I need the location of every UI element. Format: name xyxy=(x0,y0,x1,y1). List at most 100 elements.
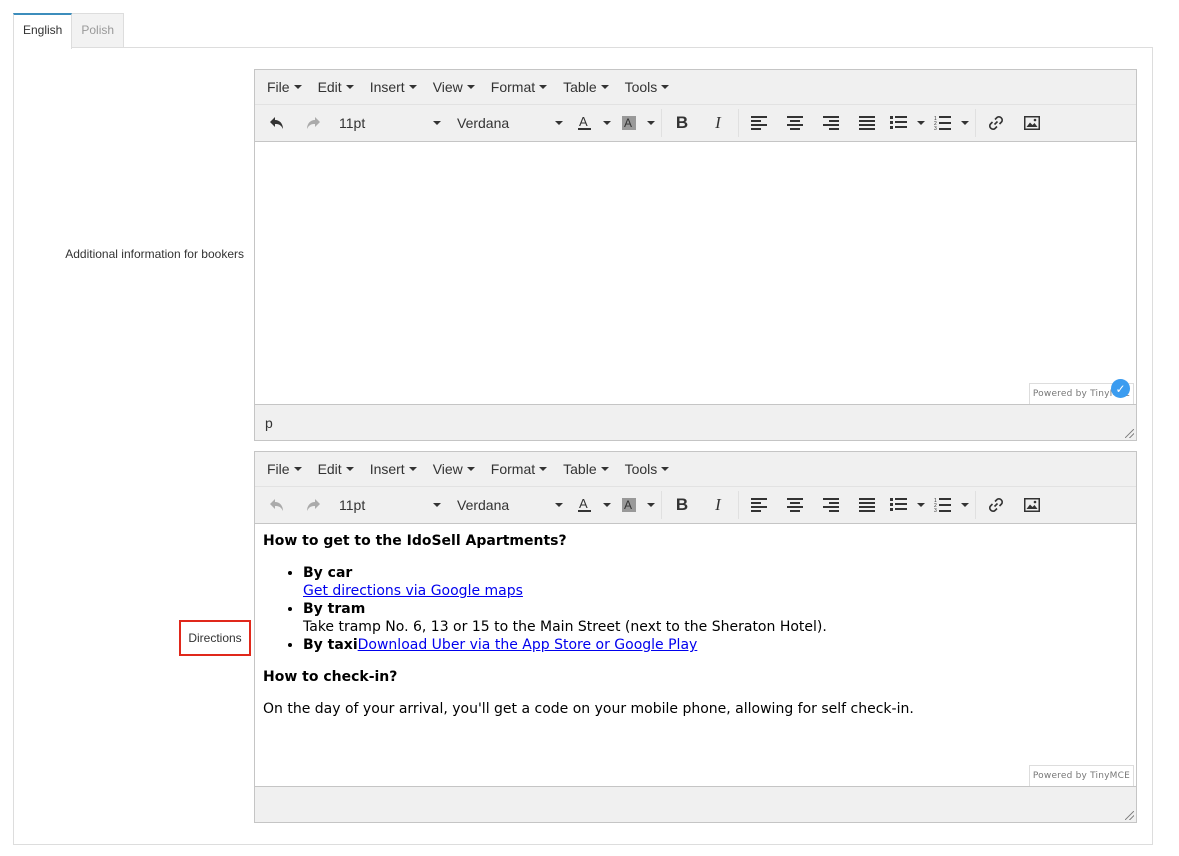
tab-english[interactable]: English xyxy=(13,13,73,49)
checkmark-icon: ✓ xyxy=(1111,379,1130,398)
editor-statusbar: p xyxy=(255,404,1136,440)
menu-file[interactable]: File xyxy=(259,70,310,104)
align-left-button[interactable] xyxy=(741,490,777,520)
menu-format[interactable]: Format xyxy=(483,452,555,486)
redo-button[interactable] xyxy=(295,490,331,520)
chevron-down-icon xyxy=(599,121,615,125)
insert-link-button[interactable] xyxy=(978,490,1014,520)
chevron-down-icon xyxy=(643,121,659,125)
element-path[interactable]: p xyxy=(265,415,273,431)
chevron-down-icon xyxy=(408,467,417,471)
google-maps-link[interactable]: Get directions via Google maps xyxy=(303,583,523,599)
chevron-down-icon xyxy=(913,503,929,507)
language-tabs: English Polish xyxy=(13,13,125,49)
italic-button[interactable]: I xyxy=(700,108,736,138)
list-item: By car Get directions via Google maps xyxy=(303,564,1128,600)
undo-button[interactable] xyxy=(259,108,295,138)
align-right-icon xyxy=(823,498,839,512)
menu-format[interactable]: Format xyxy=(483,70,555,104)
numbered-list-icon: 123 xyxy=(929,490,957,520)
align-left-button[interactable] xyxy=(741,108,777,138)
chevron-down-icon xyxy=(600,467,609,471)
italic-icon: I xyxy=(715,113,721,132)
justify-button[interactable] xyxy=(849,108,885,138)
insert-image-button[interactable] xyxy=(1014,490,1050,520)
car-label: By car xyxy=(303,565,353,581)
chevron-down-icon xyxy=(293,85,302,89)
bullet-list-button[interactable] xyxy=(885,490,929,520)
menu-table[interactable]: Table xyxy=(555,70,616,104)
numbered-list-button[interactable]: 123 xyxy=(929,490,973,520)
svg-text:A: A xyxy=(579,496,588,511)
checkin-paragraph: On the day of your arrival, you'll get a… xyxy=(263,701,914,717)
menu-edit[interactable]: Edit xyxy=(310,70,362,104)
background-color-icon: A xyxy=(615,490,643,520)
chevron-down-icon xyxy=(466,85,475,89)
italic-button[interactable]: I xyxy=(700,490,736,520)
font-size-select[interactable]: 11pt xyxy=(331,490,449,520)
insert-image-button[interactable] xyxy=(1014,108,1050,138)
menu-tools[interactable]: Tools xyxy=(617,70,678,104)
menu-view[interactable]: View xyxy=(425,452,483,486)
redo-icon xyxy=(307,117,320,129)
justify-button[interactable] xyxy=(849,490,885,520)
toolbar-divider xyxy=(661,491,662,519)
chevron-down-icon xyxy=(957,503,973,507)
redo-button[interactable] xyxy=(295,108,331,138)
chevron-down-icon xyxy=(661,85,670,89)
chevron-down-icon xyxy=(345,467,354,471)
menu-insert[interactable]: Insert xyxy=(362,452,425,486)
menu-table[interactable]: Table xyxy=(555,452,616,486)
font-size-select[interactable]: 11pt xyxy=(331,108,449,138)
additional-info-label: Additional information for bookers xyxy=(65,247,244,261)
list-item: By tram Take tramp No. 6, 13 or 15 to th… xyxy=(303,600,1128,636)
text-color-button[interactable]: A xyxy=(571,108,615,138)
link-icon xyxy=(988,115,1004,131)
chevron-down-icon xyxy=(599,503,615,507)
undo-button[interactable] xyxy=(259,490,295,520)
bullet-list-button[interactable] xyxy=(885,108,929,138)
align-right-button[interactable] xyxy=(813,490,849,520)
content-heading-checkin: How to check-in? xyxy=(263,669,398,685)
bold-button[interactable]: B xyxy=(664,108,700,138)
font-family-select[interactable]: Verdana xyxy=(449,490,571,520)
undo-icon xyxy=(270,499,283,511)
powered-by-tinymce: Powered by TinyMCE xyxy=(1028,765,1134,786)
additional-info-editor: File Edit Insert View Format Table Tools… xyxy=(254,69,1137,441)
link-icon xyxy=(988,497,1004,513)
undo-icon xyxy=(270,117,283,129)
numbered-list-button[interactable]: 123 xyxy=(929,108,973,138)
menu-view[interactable]: View xyxy=(425,70,483,104)
resize-handle-icon[interactable] xyxy=(1125,811,1134,820)
menu-file[interactable]: File xyxy=(259,452,310,486)
bold-button[interactable]: B xyxy=(664,490,700,520)
background-color-icon: A xyxy=(615,108,643,138)
background-color-button[interactable]: A xyxy=(615,490,659,520)
bold-icon: B xyxy=(675,113,689,132)
justify-icon xyxy=(859,116,875,130)
menu-edit[interactable]: Edit xyxy=(310,452,362,486)
editor-content-area[interactable]: Powered by TinyMCE ✓ xyxy=(255,142,1136,404)
background-color-button[interactable]: A xyxy=(615,108,659,138)
bullet-list-icon xyxy=(885,490,913,520)
align-center-button[interactable] xyxy=(777,490,813,520)
text-color-button[interactable]: A xyxy=(571,490,615,520)
chevron-down-icon xyxy=(555,121,563,125)
justify-icon xyxy=(859,498,875,512)
italic-icon: I xyxy=(715,495,721,514)
image-icon xyxy=(1024,116,1040,130)
editor-content-area[interactable]: How to get to the IdoSell Apartments? By… xyxy=(255,524,1136,786)
text-color-icon: A xyxy=(571,108,599,138)
chevron-down-icon xyxy=(408,85,417,89)
menu-tools[interactable]: Tools xyxy=(617,452,678,486)
font-family-select[interactable]: Verdana xyxy=(449,108,571,138)
chevron-down-icon xyxy=(433,121,441,125)
menu-insert[interactable]: Insert xyxy=(362,70,425,104)
tab-polish[interactable]: Polish xyxy=(71,13,125,48)
insert-link-button[interactable] xyxy=(978,108,1014,138)
align-right-button[interactable] xyxy=(813,108,849,138)
uber-download-link[interactable]: Download Uber via the App Store or Googl… xyxy=(358,637,698,653)
resize-handle-icon[interactable] xyxy=(1125,429,1134,438)
align-center-button[interactable] xyxy=(777,108,813,138)
editor-toolbar: 11pt Verdana A A B I 1 2 3 xyxy=(255,105,1136,142)
